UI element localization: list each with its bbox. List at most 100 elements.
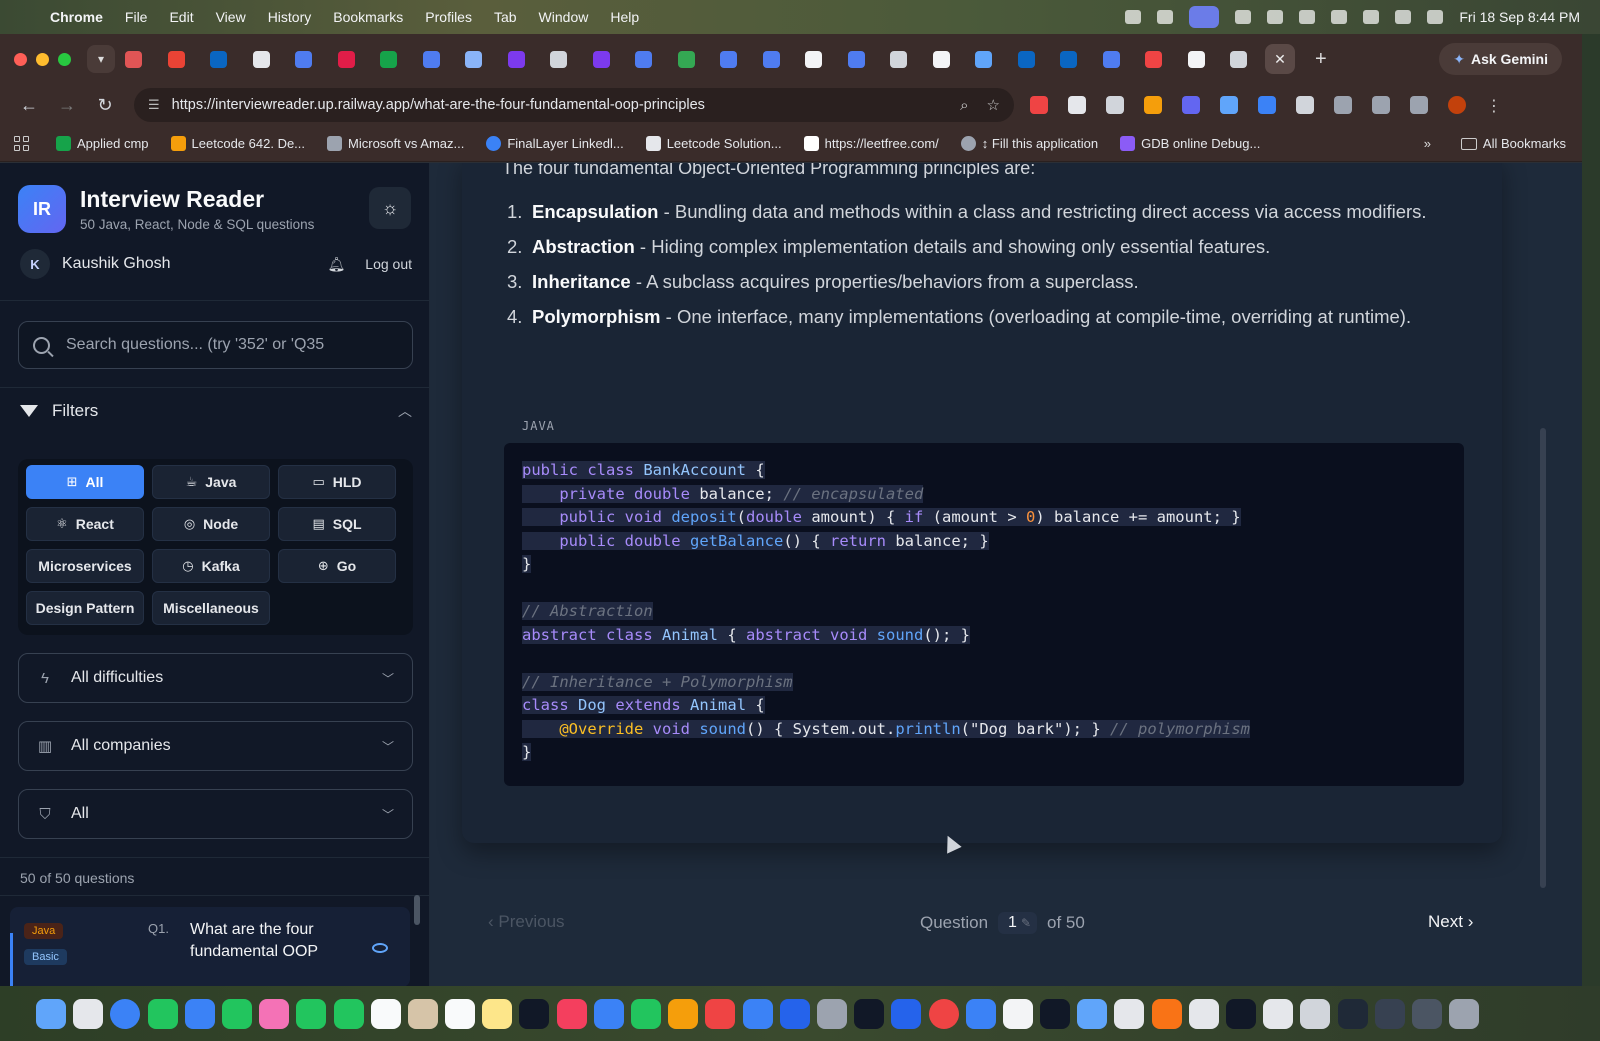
rocket-icon[interactable] bbox=[705, 998, 736, 1029]
window-thumbnail[interactable] bbox=[1411, 998, 1442, 1029]
tab-favicon[interactable] bbox=[890, 50, 907, 68]
bookmark-item[interactable]: Leetcode Solution... bbox=[645, 136, 782, 151]
chatgpt-icon[interactable] bbox=[1263, 998, 1294, 1029]
chip-microservices[interactable]: Microservices bbox=[26, 549, 144, 583]
logout-button[interactable]: Log out bbox=[365, 256, 412, 272]
profile-avatar[interactable] bbox=[1448, 96, 1466, 114]
bookmark-item[interactable]: GDB online Debug... bbox=[1120, 136, 1260, 151]
question-number-input[interactable]: 1 ✎ bbox=[998, 912, 1038, 934]
previous-button[interactable]: ‹ Previous bbox=[488, 912, 565, 932]
status-icon[interactable] bbox=[1157, 10, 1174, 24]
phone-icon[interactable] bbox=[333, 998, 364, 1029]
zoom-app-icon[interactable] bbox=[891, 998, 922, 1029]
tab-favicon[interactable] bbox=[720, 50, 737, 68]
menu-edit[interactable]: Edit bbox=[169, 9, 193, 25]
back-icon[interactable]: ← bbox=[16, 95, 42, 116]
tab-favicon[interactable] bbox=[252, 50, 270, 68]
chip-sql[interactable]: ▤ SQL bbox=[278, 507, 396, 541]
shield-icon[interactable] bbox=[1068, 96, 1086, 114]
difficulty-select[interactable]: ϟ All difficulties ﹀ bbox=[18, 653, 413, 703]
notes-icon[interactable] bbox=[482, 998, 513, 1029]
extension-icon[interactable] bbox=[1030, 96, 1048, 114]
chip-miscellaneous[interactable]: Miscellaneous bbox=[152, 591, 270, 625]
list-item[interactable]: Java Basic Q1. What are the four fundame… bbox=[10, 907, 410, 986]
code-content[interactable]: public class BankAccount { private doubl… bbox=[504, 443, 1464, 786]
companies-select[interactable]: ▥ All companies ﹀ bbox=[18, 721, 413, 771]
app-icon[interactable] bbox=[779, 998, 810, 1029]
tv-icon[interactable] bbox=[519, 998, 550, 1029]
reminders-icon[interactable] bbox=[445, 998, 476, 1029]
tab-favicon[interactable] bbox=[762, 50, 780, 68]
calendar-icon[interactable] bbox=[370, 998, 401, 1029]
messages-icon[interactable] bbox=[147, 998, 178, 1029]
tab-favicon[interactable] bbox=[465, 50, 482, 68]
status-icon[interactable] bbox=[1299, 10, 1316, 24]
chip-all[interactable]: ⊞ All bbox=[26, 465, 144, 499]
menubar-clock[interactable]: Fri 18 Sep 8:44 PM bbox=[1459, 9, 1580, 25]
search-input[interactable] bbox=[66, 336, 396, 354]
extension-icon[interactable] bbox=[1182, 96, 1200, 114]
next-button[interactable]: Next › bbox=[1428, 912, 1473, 932]
keynote-icon[interactable] bbox=[593, 998, 624, 1029]
tab-favicon[interactable] bbox=[592, 50, 610, 68]
menu-view[interactable]: View bbox=[216, 9, 246, 25]
music-icon[interactable] bbox=[556, 998, 587, 1029]
claude-icon[interactable] bbox=[1151, 998, 1182, 1029]
zoom-window-button[interactable] bbox=[58, 52, 71, 66]
sidebar-scrollbar[interactable] bbox=[414, 895, 420, 925]
menu-tab[interactable]: Tab bbox=[494, 9, 517, 25]
filters-toggle[interactable]: Filters ︿ bbox=[20, 401, 412, 421]
tab-favicon[interactable] bbox=[1060, 50, 1077, 68]
extension-icon[interactable] bbox=[1296, 96, 1314, 114]
tab-favicon[interactable] bbox=[550, 50, 567, 68]
window-thumbnail[interactable] bbox=[1374, 998, 1405, 1029]
chip-kafka[interactable]: ◷ Kafka bbox=[152, 549, 270, 583]
bookmark-item[interactable]: FinalLayer Linkedl... bbox=[486, 136, 624, 151]
activity-monitor-icon[interactable] bbox=[1226, 998, 1256, 1029]
docker-icon[interactable] bbox=[1077, 998, 1108, 1029]
close-window-button[interactable] bbox=[14, 52, 27, 66]
settings-icon[interactable] bbox=[816, 998, 847, 1029]
terminal-icon[interactable] bbox=[1040, 998, 1071, 1029]
forward-icon[interactable]: → bbox=[54, 95, 80, 116]
new-tab-button[interactable]: + bbox=[1315, 48, 1327, 71]
url-text[interactable]: https://interviewreader.up.railway.app/w… bbox=[172, 97, 942, 113]
brightness-icon[interactable] bbox=[1235, 10, 1252, 24]
window-thumbnail[interactable] bbox=[1337, 998, 1368, 1029]
tab-favicon[interactable] bbox=[635, 50, 652, 68]
document-icon[interactable] bbox=[1300, 998, 1331, 1029]
extension-icon[interactable] bbox=[1220, 96, 1238, 114]
menu-window[interactable]: Window bbox=[539, 9, 589, 25]
facetime-icon[interactable] bbox=[296, 998, 327, 1029]
photos-icon[interactable] bbox=[259, 998, 290, 1029]
chip-hld[interactable]: ▭ HLD bbox=[278, 465, 396, 499]
menu-profiles[interactable]: Profiles bbox=[425, 9, 472, 25]
apps-grid-icon[interactable] bbox=[14, 135, 30, 152]
address-bar[interactable]: ☰ https://interviewreader.up.railway.app… bbox=[134, 88, 1014, 122]
tab-favicon[interactable] bbox=[210, 50, 227, 68]
tab-favicon[interactable] bbox=[847, 50, 865, 68]
bell-icon[interactable]: 🔔︎ bbox=[328, 256, 346, 273]
tab-favicon[interactable] bbox=[125, 50, 142, 68]
chip-go[interactable]: ⊕ Go bbox=[278, 549, 396, 583]
apple-icon[interactable] bbox=[14, 9, 30, 25]
minimize-window-button[interactable] bbox=[36, 52, 49, 66]
bookmark-item[interactable]: Leetcode 642. De... bbox=[170, 136, 305, 151]
screen-share-icon[interactable] bbox=[1189, 6, 1220, 28]
menu-app[interactable]: Chrome bbox=[50, 9, 103, 25]
browser-menu-icon[interactable]: ⋮ bbox=[1486, 96, 1502, 115]
extension-icon[interactable] bbox=[1144, 96, 1162, 114]
spotlight-icon[interactable] bbox=[1395, 10, 1412, 24]
tab-favicon[interactable] bbox=[1102, 50, 1120, 68]
status-icon[interactable] bbox=[1267, 10, 1284, 24]
intellij-icon[interactable] bbox=[854, 998, 885, 1029]
tab-favicon[interactable] bbox=[1230, 50, 1247, 68]
chip-react[interactable]: ⚛ React bbox=[26, 507, 144, 541]
chip-design-pattern[interactable]: Design Pattern bbox=[26, 591, 144, 625]
tab-favicon[interactable] bbox=[1017, 50, 1035, 68]
mail-icon[interactable] bbox=[184, 998, 215, 1029]
app-store-icon[interactable] bbox=[742, 998, 773, 1029]
site-info-icon[interactable]: ☰ bbox=[148, 97, 160, 113]
tab-favicon[interactable] bbox=[422, 50, 440, 68]
tab-favicon[interactable] bbox=[507, 50, 525, 68]
